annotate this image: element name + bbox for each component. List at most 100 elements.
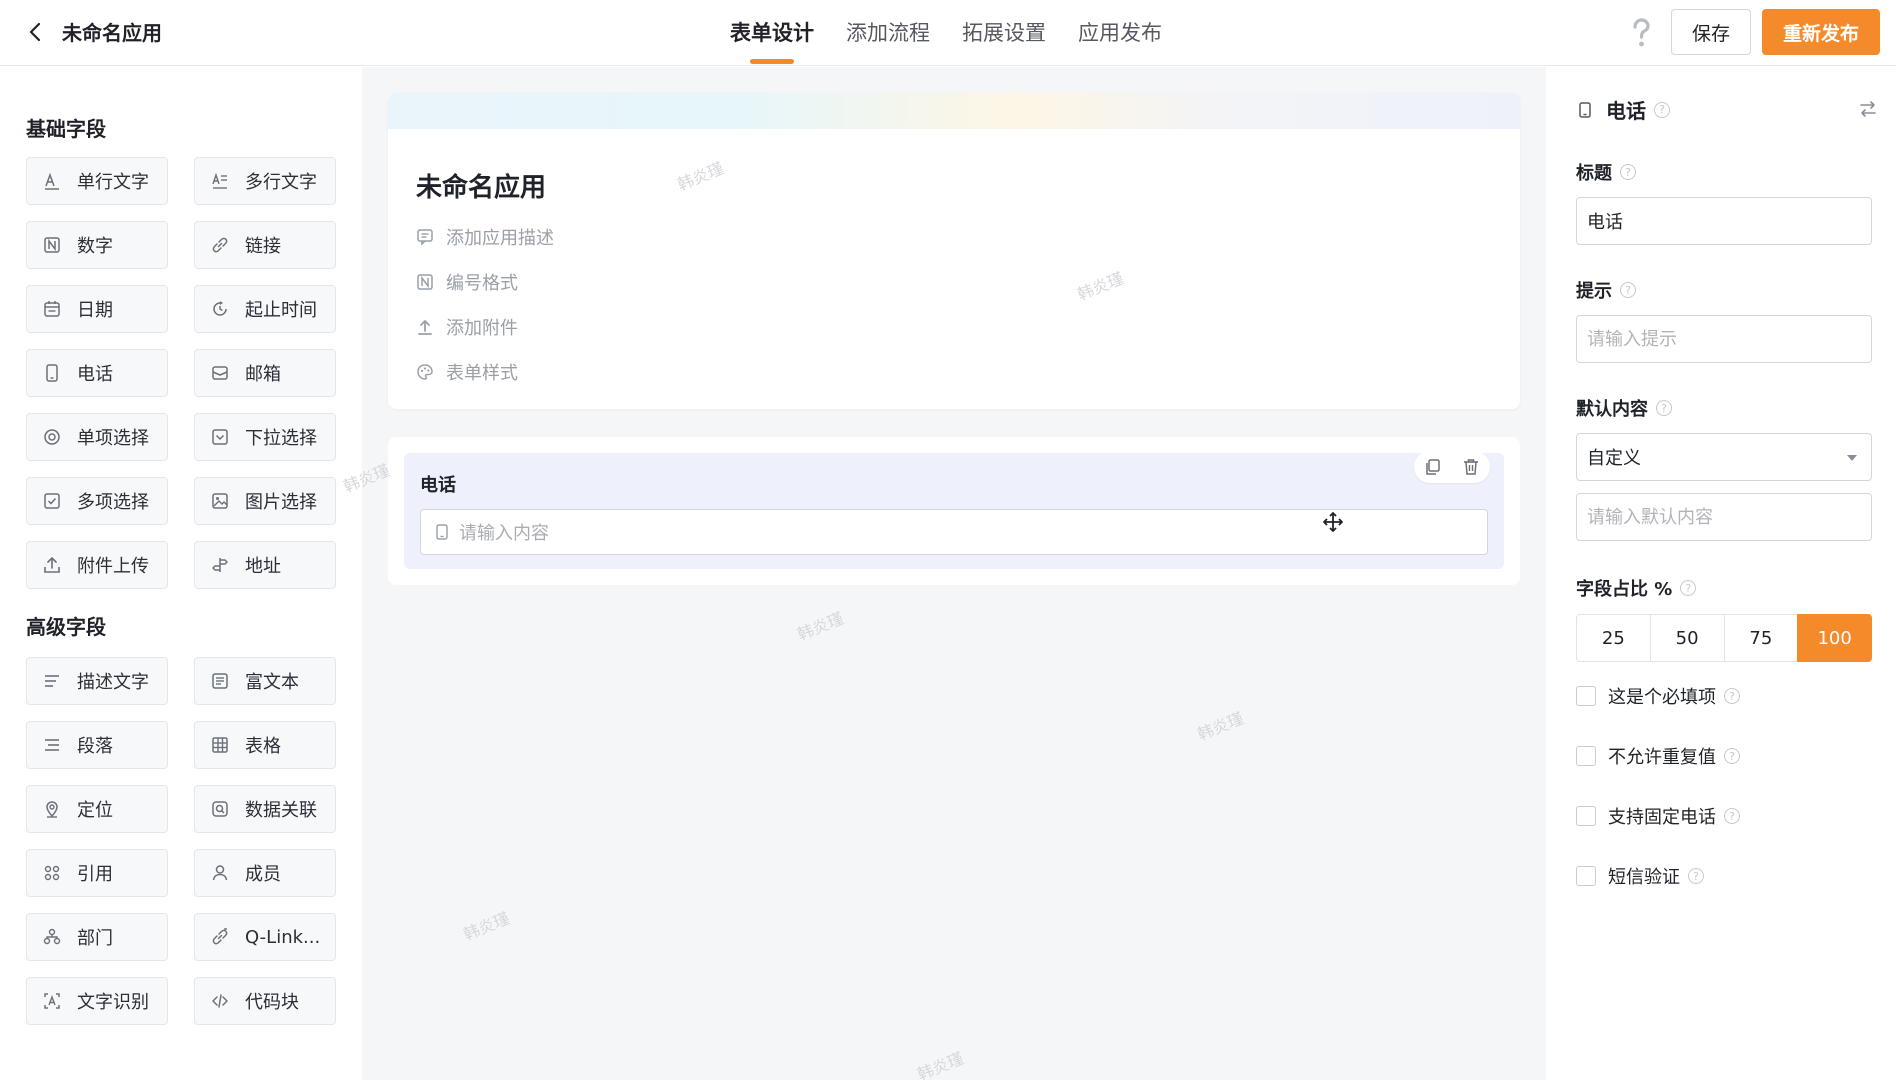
field-type-item[interactable]: 表格 — [194, 721, 336, 769]
form-field-card: 电话 请输入内容 — [388, 437, 1520, 585]
number-format-link[interactable]: 编号格式 — [416, 269, 518, 295]
comment-icon — [416, 228, 434, 246]
delete-icon[interactable] — [1461, 457, 1481, 477]
landline-checkbox-label: 支持固定电话 — [1608, 807, 1716, 828]
help-question-icon[interactable] — [1626, 16, 1656, 50]
title-input[interactable] — [1576, 197, 1872, 245]
help-icon[interactable]: ? — [1654, 101, 1670, 118]
add-attachment-label: 添加附件 — [446, 318, 518, 339]
field-type-item[interactable]: 单行文字 — [26, 157, 168, 205]
basic-fields-title: 基础字段 — [26, 117, 106, 141]
sms-verify-checkbox-row[interactable]: 短信验证 ? — [1576, 863, 1704, 889]
field-type-label: 图片选择 — [245, 492, 317, 513]
width-option-100[interactable]: 100 — [1797, 614, 1872, 662]
calendar-icon — [41, 298, 63, 320]
phone-icon — [1576, 101, 1594, 119]
help-icon[interactable]: ? — [1620, 282, 1636, 298]
hint-input[interactable] — [1576, 315, 1872, 363]
field-type-label: 日期 — [77, 300, 113, 321]
title-label: 标题 ? — [1576, 159, 1636, 185]
field-type-item[interactable]: 文字识别 — [26, 977, 168, 1025]
form-title[interactable]: 未命名应用 — [416, 167, 546, 204]
field-type-item[interactable]: 附件上传 — [26, 541, 168, 589]
field-type-item[interactable]: Q-Link... — [194, 913, 336, 961]
department-icon — [41, 926, 63, 948]
field-type-item[interactable]: 下拉选择 — [194, 413, 336, 461]
required-checkbox[interactable] — [1576, 686, 1596, 706]
landline-checkbox-row[interactable]: 支持固定电话 ? — [1576, 803, 1740, 829]
field-type-item[interactable]: 起止时间 — [194, 285, 336, 333]
help-icon[interactable]: ? — [1688, 868, 1704, 884]
tab-app-publish[interactable]: 应用发布 — [1078, 0, 1162, 66]
help-icon[interactable]: ? — [1724, 808, 1740, 824]
default-content-input[interactable] — [1576, 493, 1872, 541]
copy-icon[interactable] — [1423, 457, 1443, 477]
field-width-label-text: 字段占比 % — [1576, 579, 1673, 600]
add-description-link[interactable]: 添加应用描述 — [416, 224, 554, 250]
help-icon[interactable]: ? — [1724, 748, 1740, 764]
save-button[interactable]: 保存 — [1671, 9, 1751, 55]
form-style-link[interactable]: 表单样式 — [416, 359, 518, 385]
mail-icon — [209, 362, 231, 384]
field-type-item[interactable]: 富文本 — [194, 657, 336, 705]
sms-verify-checkbox[interactable] — [1576, 866, 1596, 886]
swap-arrows-icon[interactable] — [1856, 97, 1880, 121]
field-type-item[interactable]: 代码块 — [194, 977, 336, 1025]
field-type-label: 邮箱 — [245, 364, 281, 385]
field-type-item[interactable]: 邮箱 — [194, 349, 336, 397]
field-type-item[interactable]: 描述文字 — [26, 657, 168, 705]
field-type-item[interactable]: 成员 — [194, 849, 336, 897]
advanced-fields-title: 高级字段 — [26, 615, 106, 639]
field-type-item[interactable]: 单项选择 — [26, 413, 168, 461]
field-type-item[interactable]: 多项选择 — [26, 477, 168, 525]
field-type-item[interactable]: 定位 — [26, 785, 168, 833]
help-icon[interactable]: ? — [1620, 164, 1636, 180]
width-option-50[interactable]: 50 — [1649, 614, 1725, 662]
field-type-label: 定位 — [77, 800, 113, 821]
description-icon — [41, 670, 63, 692]
field-type-item[interactable]: 数据关联 — [194, 785, 336, 833]
drag-move-icon[interactable] — [1322, 511, 1344, 533]
field-type-item[interactable]: 电话 — [26, 349, 168, 397]
required-checkbox-row[interactable]: 这是个必填项 ? — [1576, 683, 1740, 709]
no-duplicate-checkbox-row[interactable]: 不允许重复值 ? — [1576, 743, 1740, 769]
field-type-label: 多项选择 — [77, 492, 149, 513]
tab-form-design[interactable]: 表单设计 — [730, 0, 814, 66]
link-icon — [209, 234, 231, 256]
back-arrow-icon[interactable] — [22, 18, 50, 46]
help-icon[interactable]: ? — [1656, 400, 1672, 416]
app-title: 未命名应用 — [62, 21, 162, 45]
field-type-label: 部门 — [77, 928, 113, 949]
field-type-label: 电话 — [1606, 99, 1646, 123]
title-label-text: 标题 — [1576, 163, 1612, 184]
field-type-item[interactable]: 日期 — [26, 285, 168, 333]
landline-checkbox[interactable] — [1576, 806, 1596, 826]
tab-extension-settings[interactable]: 拓展设置 — [962, 0, 1046, 66]
field-label: 电话 — [420, 475, 456, 496]
phone-icon — [433, 523, 451, 541]
add-attachment-link[interactable]: 添加附件 — [416, 314, 518, 340]
tab-add-process[interactable]: 添加流程 — [846, 0, 930, 66]
field-type-item[interactable]: 引用 — [26, 849, 168, 897]
help-icon[interactable]: ? — [1680, 580, 1697, 596]
field-properties-panel: 电话 ? 标题 ? 提示 ? 默认内容 ? 自定义 字段占比 % ? 25 50… — [1546, 67, 1896, 1080]
code-icon — [209, 990, 231, 1012]
hint-label: 提示 ? — [1576, 277, 1636, 303]
phone-icon — [41, 362, 63, 384]
republish-button[interactable]: 重新发布 — [1762, 9, 1880, 55]
no-duplicate-checkbox-label: 不允许重复值 — [1608, 747, 1716, 768]
default-content-select[interactable]: 自定义 — [1576, 433, 1872, 481]
field-type-label: 多行文字 — [245, 172, 317, 193]
field-type-item[interactable]: 地址 — [194, 541, 336, 589]
field-type-item[interactable]: 部门 — [26, 913, 168, 961]
no-duplicate-checkbox[interactable] — [1576, 746, 1596, 766]
help-icon[interactable]: ? — [1724, 688, 1740, 704]
field-type-item[interactable]: 数字 — [26, 221, 168, 269]
selected-phone-field[interactable]: 电话 请输入内容 — [404, 451, 1504, 569]
field-type-item[interactable]: 链接 — [194, 221, 336, 269]
width-option-75[interactable]: 75 — [1723, 614, 1799, 662]
width-option-25[interactable]: 25 — [1576, 614, 1651, 662]
field-type-item[interactable]: 段落 — [26, 721, 168, 769]
field-type-item[interactable]: 多行文字 — [194, 157, 336, 205]
field-type-item[interactable]: 图片选择 — [194, 477, 336, 525]
